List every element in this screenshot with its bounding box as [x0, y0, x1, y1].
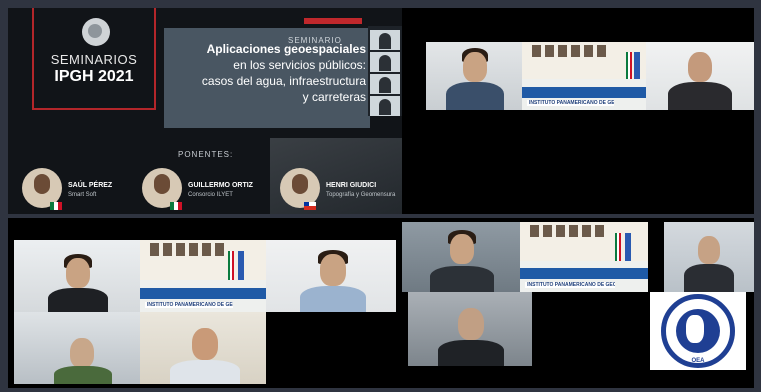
participant-video[interactable]: [646, 42, 754, 110]
room-banner: INSTITUTO PANAMERICANO DE GEOGRAFÍA E HI…: [525, 282, 615, 288]
mexico-flag-icon: [50, 202, 62, 210]
participant-video[interactable]: [140, 312, 266, 384]
participant-thumbnail[interactable]: [370, 52, 400, 72]
participant-body: [684, 264, 734, 292]
conference-table: [520, 268, 648, 280]
globe-icon: [82, 18, 110, 46]
participant-face: [458, 308, 484, 340]
participant-face: [70, 338, 94, 368]
participant-face: [463, 52, 487, 82]
video-pane-bottom-left: INSTITUTO PANAMERICANO DE GEOGRAFÍA E HI…: [8, 218, 402, 388]
participant-thumbnail[interactable]: [370, 96, 400, 116]
slide-participant-strip: [368, 26, 402, 116]
speaker-name: SAÚL PÉREZ: [68, 182, 113, 189]
participant-video[interactable]: INSTITUTO PANAMERICANO DE GEOGRAFÍA E HI…: [140, 240, 266, 312]
flag-icon: [624, 232, 631, 261]
participant-body: [430, 266, 494, 292]
participant-body: [438, 340, 504, 366]
conference-table: [522, 86, 646, 98]
speaker-org: Topografía y Geomensura: [326, 192, 396, 198]
participant-body: [170, 360, 240, 384]
participant-video[interactable]: [664, 222, 754, 292]
video-pane-top-right: INSTITUTO PANAMERICANO DE GEOGRAFÍA E HI…: [402, 8, 754, 214]
participant-body: [300, 286, 366, 312]
participant-body: [668, 82, 732, 110]
participant-video[interactable]: [14, 240, 140, 312]
participant-video[interactable]: [266, 240, 396, 312]
ponentes-label: PONENTES:: [178, 150, 234, 159]
participant-video[interactable]: [426, 42, 522, 110]
participant-video[interactable]: [408, 292, 532, 366]
mexico-flag-icon: [626, 52, 633, 80]
participant-video[interactable]: [14, 312, 140, 384]
participant-face: [688, 52, 712, 82]
shared-slide[interactable]: SEMINARIOS IPGH 2021 Aplicaciones geoesp…: [8, 8, 402, 214]
series-label: SEMINARIOS: [50, 52, 138, 67]
flag-icon: [633, 52, 640, 80]
room-banner: INSTITUTO PANAMERICANO DE GEOGRAFÍA E HI…: [526, 100, 614, 106]
participant-thumbnail[interactable]: [370, 30, 400, 50]
series-year: IPGH 2021: [54, 68, 134, 85]
slide-title-line3: casos del agua, infraestructura: [201, 74, 366, 88]
conference-table: [140, 287, 266, 300]
ipgh-logo-tile[interactable]: OEA: [650, 292, 746, 370]
speaker-org: Smart Soft: [68, 192, 97, 198]
participant-video[interactable]: INSTITUTO PANAMERICANO DE GEOGRAFÍA E HI…: [522, 42, 646, 110]
participant-video[interactable]: [402, 222, 520, 292]
flag-icon: [238, 250, 245, 280]
participant-body: [54, 366, 112, 384]
mexico-flag-icon: [170, 202, 182, 210]
speaker-org: Consorcio ILYET: [188, 192, 233, 198]
ipgh-logo-box: SEMINARIOS IPGH 2021: [32, 8, 156, 110]
ipgh-seal-icon: [661, 294, 735, 368]
chile-flag-icon: [304, 202, 316, 210]
wall-portraits: [530, 224, 608, 238]
participant-face: [66, 258, 90, 288]
participant-face: [192, 328, 218, 360]
seminario-tag: SEMINARIO: [288, 36, 342, 45]
room-banner: INSTITUTO PANAMERICANO DE GEOGRAFÍA E HI…: [145, 301, 234, 308]
participant-body: [48, 288, 108, 312]
participant-thumbnail[interactable]: [370, 74, 400, 94]
oea-caption: OEA: [691, 358, 705, 364]
mexico-flag-icon: [614, 232, 621, 261]
accent-bar: [304, 18, 362, 24]
speaker-name: GUILLERMO ORTIZ: [188, 182, 253, 189]
slide-title-line2: en los servicios públicos:: [233, 58, 366, 72]
participant-face: [698, 236, 720, 264]
participant-face: [450, 234, 474, 264]
participant-video[interactable]: INSTITUTO PANAMERICANO DE GEOGRAFÍA E HI…: [520, 222, 648, 292]
participant-body: [446, 82, 504, 110]
wall-portraits: [150, 242, 226, 256]
slide-title-line4: y carreteras: [302, 90, 366, 104]
participant-face: [320, 254, 346, 286]
mexico-flag-icon: [228, 250, 235, 280]
video-pane-bottom-right: INSTITUTO PANAMERICANO DE GEOGRAFÍA E HI…: [402, 218, 754, 388]
video-conference-screen: SEMINARIOS IPGH 2021 Aplicaciones geoesp…: [0, 0, 761, 392]
speaker-name: HENRI GIUDICI: [326, 182, 377, 189]
wall-portraits: [531, 44, 607, 57]
